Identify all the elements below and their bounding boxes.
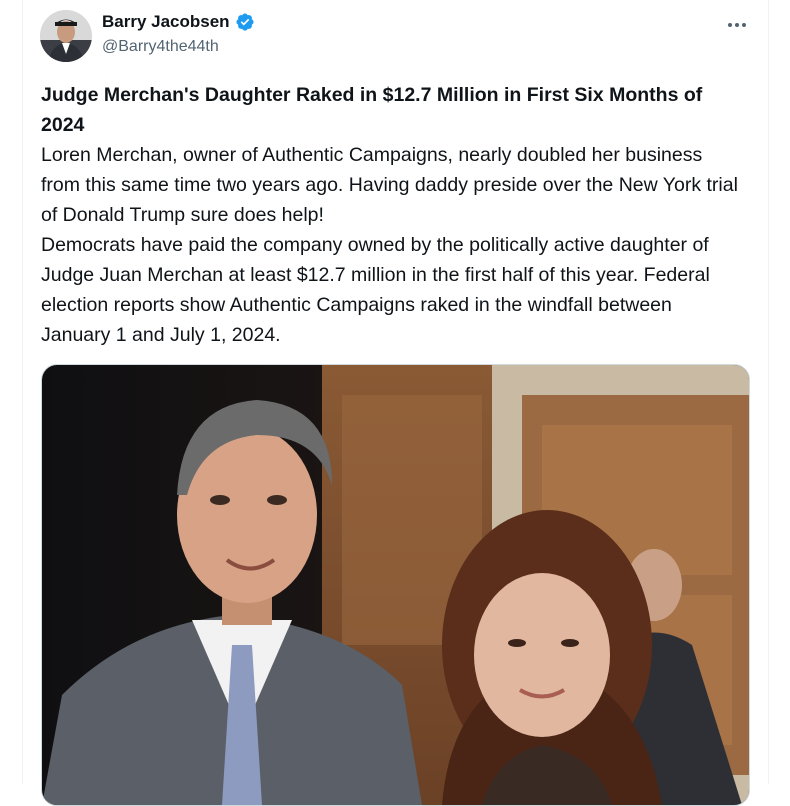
author-display-name[interactable]: Barry Jacobsen (102, 12, 230, 32)
tweet-card[interactable]: Barry Jacobsen @Barry4the44th Judge Merc… (0, 0, 790, 806)
card-border-left (22, 0, 23, 784)
card-border-right (768, 0, 769, 784)
author-avatar[interactable] (40, 10, 92, 62)
more-horizontal-icon (728, 23, 732, 27)
more-options-button[interactable] (722, 14, 752, 36)
tweet-headline: Judge Merchan's Daughter Raked in $12.7 … (41, 84, 703, 136)
tweet-media-photo[interactable] (41, 364, 750, 806)
tweet-paragraph: Democrats have paid the company owned by… (41, 234, 710, 346)
user-avatar-icon (40, 10, 92, 62)
author-handle[interactable]: @Barry4the44th (102, 38, 219, 56)
verified-badge-icon (235, 12, 255, 32)
photo-image (42, 365, 749, 805)
tweet-body: Loren Merchan, owner of Authentic Campai… (41, 140, 746, 350)
tweet-paragraph: Loren Merchan, owner of Authentic Campai… (41, 144, 738, 226)
